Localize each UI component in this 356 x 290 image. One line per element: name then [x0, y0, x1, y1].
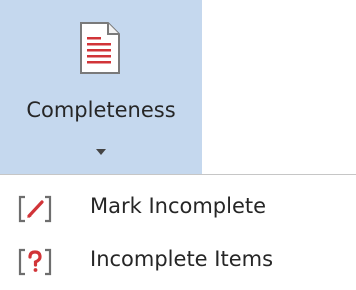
incomplete-items-label: Incomplete Items [90, 247, 274, 271]
ribbon-area: Completeness [0, 0, 356, 174]
bracket-question-icon [18, 248, 52, 276]
bracket-pencil-icon [18, 195, 52, 223]
completeness-button[interactable]: Completeness [0, 0, 202, 174]
menu-item-mark-incomplete[interactable]: Mark Incomplete [0, 183, 356, 235]
document-list-icon [80, 22, 120, 74]
completeness-label: Completeness [26, 98, 176, 122]
mark-incomplete-label: Mark Incomplete [90, 194, 267, 218]
menu-item-incomplete-items[interactable]: Incomplete Items [0, 236, 356, 288]
completeness-menu: Mark Incomplete Incomplete Items [0, 175, 356, 290]
caret-down-icon [96, 149, 106, 155]
